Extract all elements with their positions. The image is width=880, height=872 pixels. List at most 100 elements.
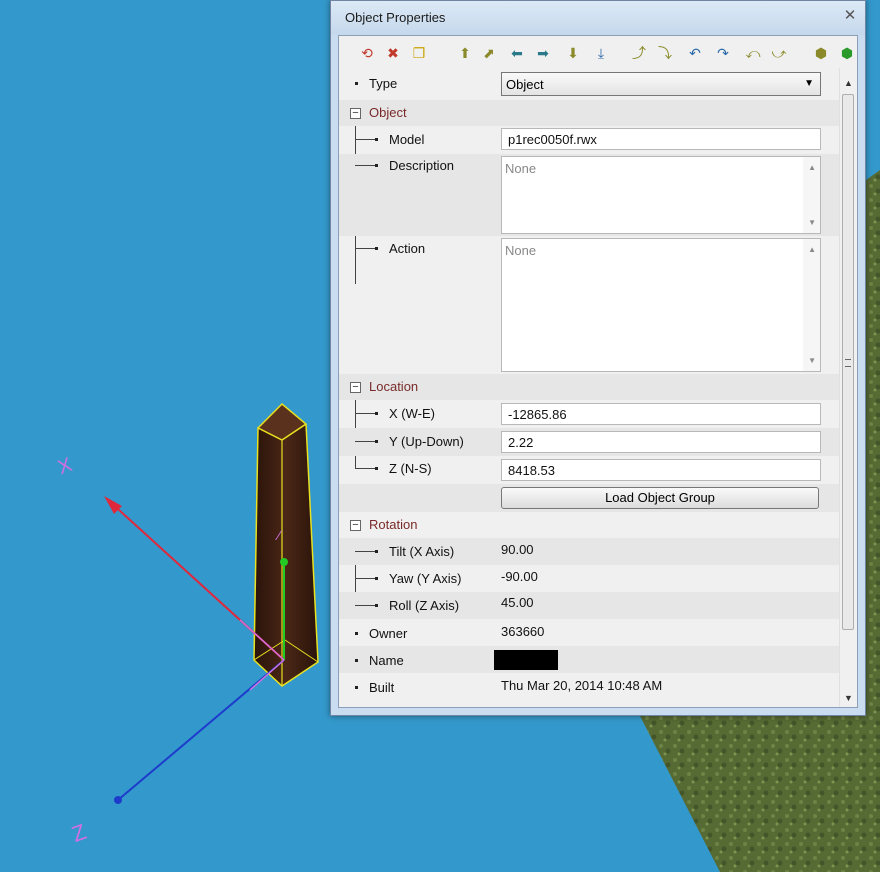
bullet-icon [355, 632, 358, 635]
type-select-value: Object [506, 77, 544, 92]
bullet-icon [375, 467, 378, 470]
yaw-right-icon[interactable]: ↷ [713, 43, 733, 63]
description-scrollbar[interactable]: ▲ ▼ [803, 157, 820, 233]
yaw-left-icon[interactable]: ↶ [685, 43, 705, 63]
owner-value: 363660 [501, 624, 545, 639]
rotation-section-header[interactable]: − Rotation [339, 512, 840, 538]
yaw-value[interactable]: -90.00 [501, 569, 538, 584]
tilt-row: Tilt (X Axis) 90.00 [339, 538, 840, 565]
action-label: Action [389, 241, 426, 256]
model-row: Model p1rec0050f.rwx [339, 126, 840, 154]
description-textarea[interactable]: None ▲ ▼ [501, 156, 821, 234]
tilt-back-icon[interactable]: ⤵ [655, 43, 675, 63]
location-z-input[interactable]: 8418.53 [501, 459, 821, 481]
select-icon[interactable]: ⬢ [811, 43, 831, 63]
bullet-icon [375, 138, 378, 141]
tree-branch [355, 139, 375, 140]
location-x-row: X (W-E) -12865.86 [339, 400, 840, 428]
property-grid-container: ⟲ ✖ ❐ ⬆ ⬈ ⬅ ➡ ⬇ ⤓ ⤴ ⤵ ↶ ↷ ⤺ ⤻ ⬢ ⬢ Type Object ▼ − Object [338, 35, 858, 708]
scroll-up-icon[interactable]: ▲ [844, 78, 853, 88]
tree-branch [355, 248, 375, 249]
scroll-up-icon[interactable]: ▲ [808, 163, 816, 172]
location-y-label: Y (Up-Down) [389, 434, 464, 449]
action-textarea[interactable]: None ▲ ▼ [501, 238, 821, 372]
load-group-row: Load Object Group [339, 484, 840, 512]
tree-branch [355, 413, 375, 414]
bullet-icon [355, 82, 358, 85]
action-value: None [505, 243, 537, 258]
property-grid-scrollbar[interactable]: ▲ ▼ [839, 68, 857, 707]
tree-branch [355, 468, 375, 469]
snap-ground-icon[interactable]: ⤓ [591, 43, 611, 63]
load-object-group-button[interactable]: Load Object Group [501, 487, 819, 509]
tree-branch [355, 551, 375, 552]
built-label: Built [369, 680, 395, 695]
move-down-icon[interactable]: ⬇ [563, 43, 583, 63]
tilt-value[interactable]: 90.00 [501, 542, 534, 557]
roll-row: Roll (Z Axis) 45.00 [339, 592, 840, 619]
location-y-input[interactable]: 2.22 [501, 431, 821, 453]
built-value: Thu Mar 20, 2014 10:48 AM [501, 678, 663, 693]
move-up-icon[interactable]: ⬆ [455, 43, 475, 63]
built-row: Built Thu Mar 20, 2014 10:48 AM [339, 673, 840, 700]
scroll-down-icon[interactable]: ▼ [844, 693, 853, 703]
location-x-input[interactable]: -12865.86 [501, 403, 821, 425]
duplicate-icon[interactable]: ❐ [409, 43, 429, 63]
name-label: Name [369, 653, 404, 668]
object-properties-window[interactable]: Object Properties ✕ ⟲ ✖ ❐ ⬆ ⬈ ⬅ ➡ ⬇ ⤓ ⤴ ⤵ ↶ ↷ ⤺ ⤻ ⬢ ⬢ Ty… [330, 0, 866, 716]
collapse-icon[interactable]: − [350, 382, 361, 393]
roll-label: Roll (Z Axis) [389, 598, 460, 613]
type-row: Type Object ▼ [339, 68, 840, 100]
model-input[interactable]: p1rec0050f.rwx [501, 128, 821, 150]
scroll-up-icon[interactable]: ▲ [808, 245, 816, 254]
property-grid: Type Object ▼ − Object Model p1rec0050f.… [339, 68, 840, 707]
rotate-icon[interactable]: ⟲ [357, 43, 377, 63]
tree-branch [355, 605, 375, 606]
bullet-icon [375, 412, 378, 415]
collapse-icon[interactable]: − [350, 108, 361, 119]
tree-branch [355, 165, 375, 166]
tilt-icon[interactable]: ⤴ [629, 43, 649, 63]
yaw-row: Yaw (Y Axis) -90.00 [339, 565, 840, 592]
object-section-header[interactable]: − Object [339, 100, 840, 126]
grip-icon [845, 359, 851, 367]
scrollbar-thumb[interactable] [842, 94, 854, 630]
location-x-label: X (W-E) [389, 406, 435, 421]
delete-icon[interactable]: ✖ [383, 43, 403, 63]
toolbar: ⟲ ✖ ❐ ⬆ ⬈ ⬅ ➡ ⬇ ⤓ ⤴ ⤵ ↶ ↷ ⤺ ⤻ ⬢ ⬢ [339, 36, 857, 68]
type-label: Type [369, 76, 398, 91]
location-section-header[interactable]: − Location [339, 374, 840, 400]
move-west-icon[interactable]: ⬅ [507, 43, 527, 63]
location-section-title: Location [369, 379, 419, 394]
rotation-section-title: Rotation [369, 517, 418, 532]
name-row: Name [339, 646, 840, 673]
title-bar[interactable]: Object Properties ✕ [331, 1, 865, 35]
bullet-icon [375, 164, 378, 167]
collapse-icon[interactable]: − [350, 520, 361, 531]
bullet-icon [375, 440, 378, 443]
bullet-icon [375, 247, 378, 250]
more-icon[interactable]: ⬢ [837, 43, 857, 63]
roll-right-icon[interactable]: ⤻ [769, 43, 789, 63]
yaw-label: Yaw (Y Axis) [389, 571, 462, 586]
location-z-label: Z (N-S) [389, 461, 432, 476]
move-north-icon[interactable]: ⬈ [479, 43, 499, 63]
scroll-down-icon[interactable]: ▼ [808, 356, 816, 365]
bullet-icon [355, 686, 358, 689]
location-z-row: Z (N-S) 8418.53 [339, 456, 840, 484]
action-scrollbar[interactable]: ▲ ▼ [803, 239, 820, 371]
description-row: Description None ▲ ▼ [339, 154, 840, 236]
bullet-icon [375, 577, 378, 580]
tree-branch [355, 578, 375, 579]
scroll-down-icon[interactable]: ▼ [808, 218, 816, 227]
bullet-icon [375, 604, 378, 607]
roll-left-icon[interactable]: ⤺ [743, 43, 763, 63]
bullet-icon [375, 550, 378, 553]
roll-value[interactable]: 45.00 [501, 595, 534, 610]
object-section-title: Object [369, 105, 407, 120]
name-redacted [494, 650, 558, 670]
bullet-icon [355, 659, 358, 662]
type-select[interactable]: Object ▼ [501, 72, 821, 96]
close-icon[interactable]: ✕ [841, 7, 859, 25]
move-east-icon[interactable]: ➡ [533, 43, 553, 63]
